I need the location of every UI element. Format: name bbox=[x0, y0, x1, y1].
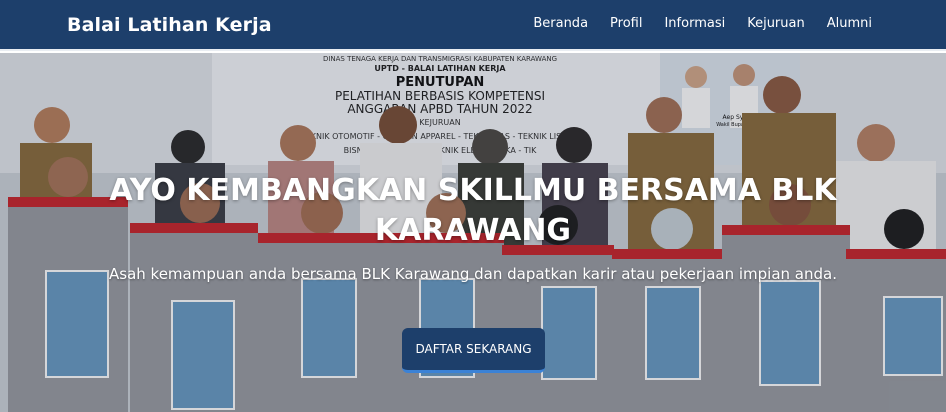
hero-subtitle: Asah kemampuan anda bersama BLK Karawang… bbox=[109, 265, 837, 283]
nav-kejuruan[interactable]: Kejuruan bbox=[747, 16, 805, 31]
nav-beranda[interactable]: Beranda bbox=[533, 16, 588, 31]
hero-title: AYO KEMBANGKAN SKILLMU BERSAMA BLK KARAW… bbox=[109, 173, 837, 248]
brand-title[interactable]: Balai Latihan Kerja bbox=[67, 14, 272, 36]
main-nav: Beranda Profil Informasi Kejuruan Alumni bbox=[533, 16, 872, 31]
hero-section: DINAS TENAGA KERJA DAN TRANSMIGRASI KABU… bbox=[0, 53, 946, 412]
register-now-button[interactable]: DAFTAR SEKARANG bbox=[402, 328, 545, 373]
nav-alumni[interactable]: Alumni bbox=[827, 16, 872, 31]
nav-profil[interactable]: Profil bbox=[610, 16, 642, 31]
nav-informasi[interactable]: Informasi bbox=[664, 16, 725, 31]
top-navbar: Balai Latihan Kerja Beranda Profil Infor… bbox=[0, 0, 946, 51]
